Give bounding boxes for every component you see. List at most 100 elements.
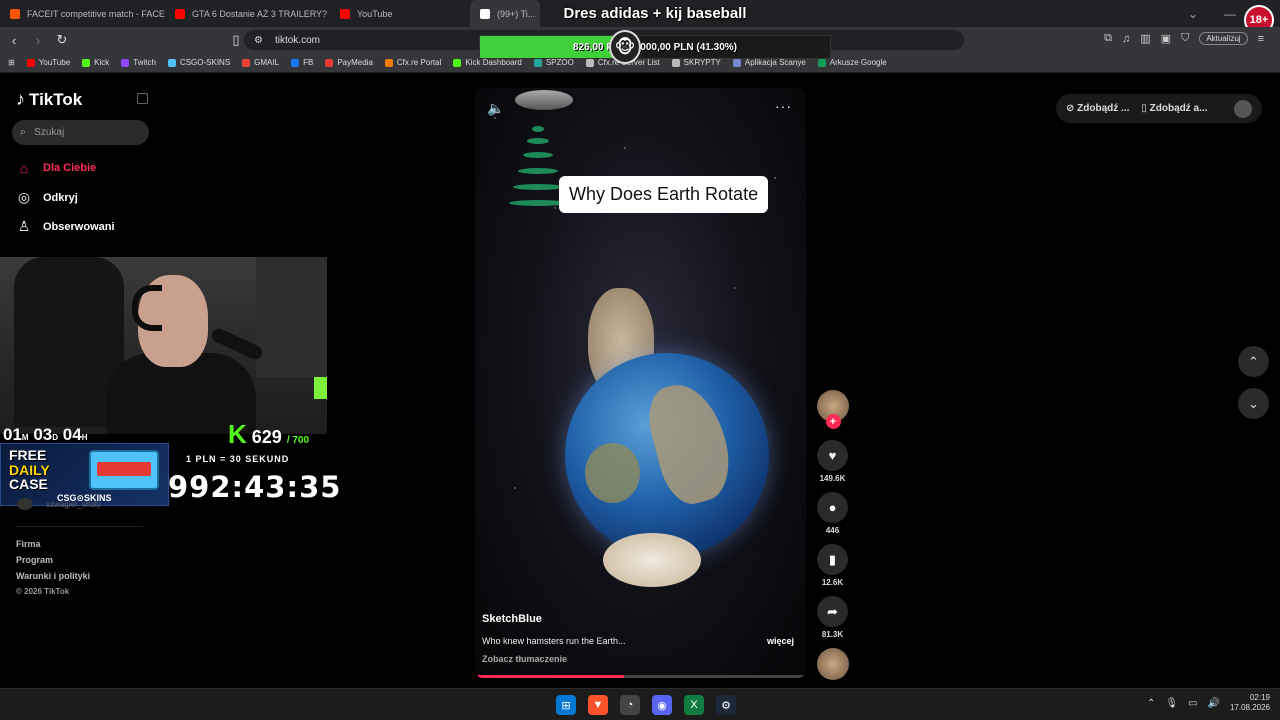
- sidebar-icon[interactable]: ▥: [1140, 32, 1150, 45]
- tab-title: YouTube: [357, 8, 393, 19]
- bookmark-icon[interactable]: ▯: [226, 32, 246, 48]
- nav-label: Dla Ciebie: [43, 162, 97, 174]
- caption-more-link[interactable]: więcej: [767, 636, 794, 646]
- compass-icon: ◎: [17, 189, 31, 205]
- bookmark-item[interactable]: Kick: [82, 58, 109, 67]
- search-icon: ⌕: [20, 126, 27, 138]
- bookmark-label: SKRYPTY: [683, 58, 721, 67]
- home-icon: ⌂: [19, 160, 29, 176]
- nav-explore[interactable]: ◎ Odkryj: [16, 189, 78, 206]
- chevron-up-icon: ⌃: [1248, 353, 1259, 369]
- nav-for-you[interactable]: ⌂ Dla Ciebie: [16, 160, 96, 176]
- rate-label: 1 PLN = 30 SEKUND: [186, 454, 290, 464]
- share-button[interactable]: ➦: [817, 596, 848, 627]
- previous-video-button[interactable]: ⌃: [1238, 346, 1269, 377]
- like-button[interactable]: ♥: [817, 440, 848, 471]
- daily-case-text: FREE DAILY CASE: [9, 448, 50, 492]
- wallet-icon[interactable]: ▣: [1161, 32, 1171, 45]
- footer-link-terms[interactable]: Warunki i polityki: [16, 571, 90, 581]
- comment-icon: ●: [828, 500, 837, 515]
- chevron-up-icon[interactable]: ⌃: [1147, 698, 1155, 709]
- bookmark-item[interactable]: Twitch: [121, 58, 156, 67]
- tab-tiktok[interactable]: (99+) Ti...: [470, 0, 540, 27]
- bookmark-item[interactable]: FB: [291, 58, 313, 67]
- bookmark-item[interactable]: CSGO-SKINS: [167, 58, 230, 67]
- apps-icon[interactable]: ⊞: [8, 58, 15, 67]
- extensions-icon[interactable]: ⧉: [1104, 32, 1112, 45]
- tab-gta[interactable]: GTA 6 Dostanie AŻ 3 TRAILERY? — P: [165, 0, 330, 27]
- clock-date: 17.08.2026: [1229, 703, 1270, 713]
- footer-link-program[interactable]: Program: [16, 555, 90, 565]
- sheets-icon: [817, 58, 826, 67]
- url-text[interactable]: tiktok.com: [275, 35, 320, 46]
- site-info-icon[interactable]: ⚙: [254, 35, 263, 46]
- bookmark-item[interactable]: SPZOO: [533, 58, 574, 67]
- kick-count: 629: [251, 427, 282, 447]
- translate-link[interactable]: Zobacz tłumaczenie: [482, 654, 567, 664]
- get-coins-link[interactable]: ⊘ Zdobądź ...: [1066, 103, 1129, 114]
- tab-faceit[interactable]: FACEIT competitive match - FACEIT.c: [0, 0, 165, 27]
- footer-link-company[interactable]: Firma: [16, 539, 90, 549]
- bookmark-item[interactable]: Cfx.re Portal: [384, 58, 441, 67]
- window-controls: ⌄ —: [1188, 7, 1236, 21]
- network-icon[interactable]: ▭: [1188, 698, 1197, 709]
- bookmark-item[interactable]: Arkusze Google: [817, 58, 887, 67]
- bookmark-item[interactable]: YouTube: [26, 58, 70, 67]
- nav-following[interactable]: ♙ Obserwowani: [16, 218, 115, 235]
- twitch-icon: [121, 58, 130, 67]
- followed-account-name[interactable]: szwagier_shoty: [46, 500, 101, 509]
- steam-icon[interactable]: ⚙: [716, 695, 736, 715]
- bookmark-item[interactable]: Aplikacja Scanye: [732, 58, 806, 67]
- tab-youtube[interactable]: YouTube: [330, 0, 460, 27]
- volume-icon[interactable]: 🔈: [487, 100, 504, 117]
- windows-start-icon[interactable]: ⊞: [556, 695, 576, 715]
- bookmark-item[interactable]: SKRYPTY: [671, 58, 721, 67]
- bookmark-icon: ▮: [828, 551, 837, 567]
- app-icon[interactable]: ◔: [620, 695, 640, 715]
- forward-icon[interactable]: ›: [28, 33, 48, 48]
- volume-icon[interactable]: 🔊: [1208, 698, 1220, 709]
- follow-plus-icon[interactable]: +: [825, 414, 841, 429]
- comment-button[interactable]: ●: [817, 492, 848, 523]
- minimize-icon[interactable]: —: [1224, 7, 1236, 21]
- collapse-sidebar-icon[interactable]: [137, 93, 148, 104]
- tiktok-logo[interactable]: ♪ TikTok: [16, 89, 82, 110]
- video-player[interactable]: Why Does Earth Rotate 🔈 ··· SketchBlue W…: [475, 88, 806, 678]
- tab-title: GTA 6 Dostanie AŻ 3 TRAILERY? — P: [192, 8, 330, 19]
- discord-icon[interactable]: ◉: [652, 695, 672, 715]
- get-app-bar: ⊘ Zdobądź ... ▯ Zdobądź a...: [1056, 94, 1262, 123]
- video-progress-bar[interactable]: [477, 675, 804, 678]
- author-avatar[interactable]: +: [816, 390, 849, 429]
- tab-title: (99+) Ti...: [497, 8, 536, 19]
- reload-icon[interactable]: ↻: [52, 32, 72, 48]
- tab-title: FACEIT competitive match - FACEIT.c: [27, 8, 165, 19]
- more-options-icon[interactable]: ···: [775, 98, 792, 114]
- csgo-skins-icon: [167, 58, 176, 67]
- search-input[interactable]: [34, 127, 135, 138]
- sound-avatar[interactable]: [816, 648, 849, 680]
- video-author[interactable]: SketchBlue: [482, 613, 542, 625]
- brave-icon[interactable]: ▼: [588, 695, 608, 715]
- menu-icon[interactable]: ≡: [1258, 33, 1264, 45]
- kick-icon: [82, 58, 91, 67]
- chevron-down-icon[interactable]: ⌄: [1188, 7, 1198, 21]
- search-box[interactable]: ⌕: [12, 120, 149, 145]
- comment-count: 446: [825, 526, 840, 535]
- bookmark-item[interactable]: GMAIL: [242, 58, 279, 67]
- bookmark-item[interactable]: PayMedia: [325, 58, 373, 67]
- save-button[interactable]: ▮: [817, 544, 848, 575]
- get-app-link[interactable]: ▯ Zdobądź a...: [1141, 103, 1207, 114]
- shield-icon[interactable]: ⛉: [1181, 32, 1189, 45]
- back-icon[interactable]: ‹: [4, 33, 24, 48]
- system-clock[interactable]: 02:19 17.08.2026: [1230, 693, 1270, 714]
- goal-progress-text: 826,00 PLN / 2000,00 PLN (41.30%): [573, 41, 737, 53]
- bookmark-label: FB: [303, 58, 314, 67]
- microphone-icon[interactable]: 🎙: [1165, 698, 1178, 709]
- update-button[interactable]: Aktualizuj: [1199, 32, 1248, 45]
- excel-icon[interactable]: X: [684, 695, 704, 715]
- next-video-button[interactable]: ⌄: [1238, 388, 1269, 419]
- profile-avatar[interactable]: [1234, 99, 1252, 118]
- bookmark-item[interactable]: Kick Dashboard: [453, 58, 522, 67]
- media-icon[interactable]: ♫: [1122, 33, 1130, 45]
- faceit-icon: [10, 8, 20, 19]
